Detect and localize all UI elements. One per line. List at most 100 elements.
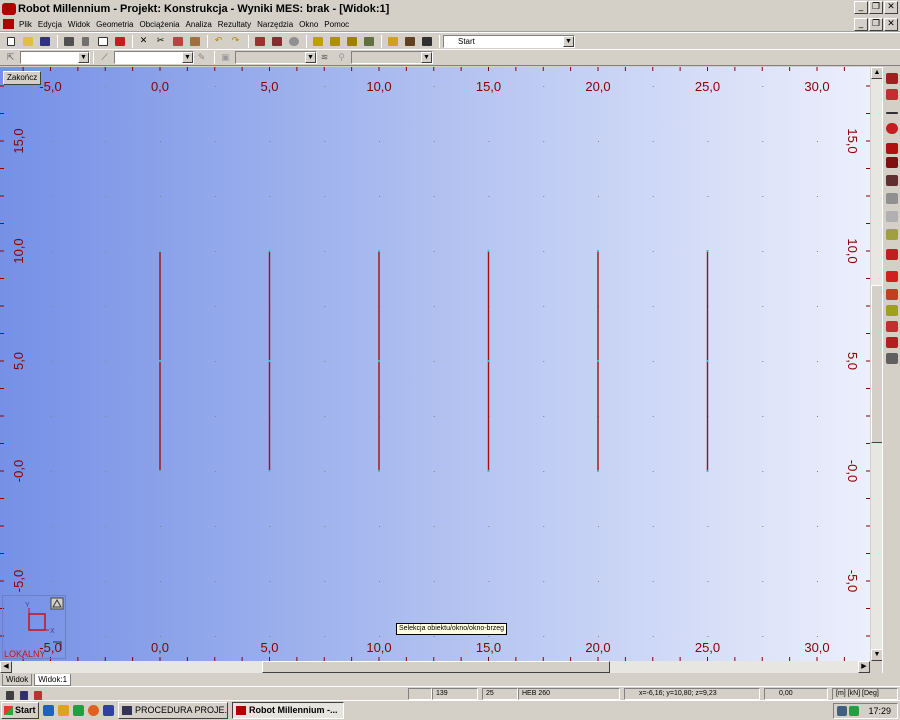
bar-node-top[interactable] xyxy=(706,250,709,252)
menu-help[interactable]: Pomoc xyxy=(322,20,353,29)
releases-icon[interactable] xyxy=(886,123,898,134)
bars-icon[interactable] xyxy=(886,112,898,114)
folder-icon[interactable] xyxy=(58,705,69,716)
combinations-icon[interactable] xyxy=(886,289,898,300)
menu-geometry[interactable]: Geometria xyxy=(94,20,137,29)
new-file-icon[interactable] xyxy=(3,34,18,48)
load-case-icon[interactable]: ≋ xyxy=(317,51,332,65)
maximize-button[interactable]: ❐ xyxy=(869,1,883,14)
diagrams-icon[interactable] xyxy=(886,321,898,332)
menu-loads[interactable]: Obciążenia xyxy=(138,20,184,29)
bar-node-top[interactable] xyxy=(487,250,490,252)
rotate-view-icon[interactable] xyxy=(361,34,376,48)
scroll-left-button[interactable]: ◀ xyxy=(0,661,12,673)
finish-button[interactable]: Zakończ xyxy=(3,71,42,85)
start-button[interactable]: Start xyxy=(1,702,39,719)
offsets-icon[interactable] xyxy=(886,175,898,186)
structure-type-icon[interactable] xyxy=(385,34,400,48)
horizontal-scrollbar[interactable]: ◀ ▶ xyxy=(0,661,870,673)
media-icon[interactable] xyxy=(73,705,84,716)
bar-node-top[interactable] xyxy=(597,250,599,252)
doc-maximize-button[interactable]: ❐ xyxy=(869,18,883,31)
bar-node-bottom[interactable] xyxy=(159,470,161,472)
tab-view[interactable]: Widok xyxy=(2,674,33,686)
robot-app-icon[interactable] xyxy=(2,2,16,15)
bar-node-mid[interactable] xyxy=(378,360,380,362)
task-procedura[interactable]: PROCEDURA PROJE... xyxy=(118,702,228,719)
attribute-combo[interactable]: ▼ xyxy=(114,51,194,64)
menu-analysis[interactable]: Analiza xyxy=(184,20,216,29)
loads-icon[interactable] xyxy=(886,249,898,260)
table-icon[interactable] xyxy=(252,34,267,48)
bar-node-bottom[interactable] xyxy=(487,470,490,472)
tab-view-1[interactable]: Widok:1 xyxy=(34,674,72,686)
calculate-icon[interactable] xyxy=(286,34,301,48)
menu-view[interactable]: Widok xyxy=(66,20,94,29)
structure-view[interactable]: -5,0 0,0 5,0 10,0 15,0 20,0 25,0 30,0 -5,0 0,0 5,0… xyxy=(0,67,870,661)
stress-icon[interactable] xyxy=(886,353,898,364)
copy-icon[interactable] xyxy=(170,34,185,48)
scroll-right-button[interactable]: ▶ xyxy=(858,661,870,673)
menu-window[interactable]: Okno xyxy=(297,20,322,29)
attribute-icon[interactable]: ⟋ xyxy=(97,51,112,65)
bar-node-mid[interactable] xyxy=(159,360,161,362)
print-icon[interactable] xyxy=(61,34,76,48)
minimize-button[interactable]: _ xyxy=(854,1,868,14)
table-edit-icon[interactable] xyxy=(269,34,284,48)
bar-node-top[interactable] xyxy=(159,250,161,252)
grid-icon[interactable] xyxy=(886,193,898,204)
save-icon[interactable] xyxy=(37,34,52,48)
task-robot[interactable]: Robot Millennium -... xyxy=(232,702,344,719)
house-icon[interactable] xyxy=(402,34,417,48)
chevron-down-icon[interactable]: ▼ xyxy=(78,52,89,63)
bar-node-bottom[interactable] xyxy=(597,470,599,472)
bar-node-bottom[interactable] xyxy=(268,470,271,472)
paste-icon[interactable] xyxy=(187,34,202,48)
open-folder-icon[interactable] xyxy=(20,34,35,48)
print-preview-icon[interactable] xyxy=(95,34,110,48)
structure-canvas[interactable]: -5,0 0,0 5,0 10,0 15,0 20,0 25,0 30,0 -5,0 0,0 5,0… xyxy=(0,67,870,661)
network-icon[interactable] xyxy=(837,706,847,716)
redo-icon[interactable]: ↷ xyxy=(228,34,243,48)
load-cases-icon[interactable] xyxy=(886,271,898,282)
selection-combo[interactable]: ▼ xyxy=(20,51,90,64)
deformation-icon[interactable] xyxy=(886,337,898,348)
bar-node-mid[interactable] xyxy=(268,360,271,362)
menu-file[interactable]: Plik xyxy=(17,20,36,29)
zoom-window-icon[interactable] xyxy=(327,34,342,48)
measure-icon[interactable] xyxy=(886,229,898,240)
document-icon[interactable] xyxy=(3,19,14,29)
save-disk-icon[interactable] xyxy=(103,705,114,716)
vertical-scrollbar[interactable]: ▲ ▼ xyxy=(870,67,883,661)
table-view-icon[interactable] xyxy=(886,211,898,222)
bar-node-top[interactable] xyxy=(378,250,380,252)
results-icon[interactable] xyxy=(886,305,898,316)
pen-icon[interactable]: ✎ xyxy=(194,51,209,65)
section-icon[interactable] xyxy=(886,143,898,154)
bar-node-bottom[interactable] xyxy=(706,470,709,472)
nodes-icon[interactable] xyxy=(886,73,898,84)
bar-node-mid[interactable] xyxy=(706,360,709,362)
pan-icon[interactable] xyxy=(344,34,359,48)
screen-capture-icon[interactable] xyxy=(112,34,127,48)
status-units[interactable]: [m] [kN] [Deg] xyxy=(832,688,898,700)
horizontal-scroll-thumb[interactable] xyxy=(262,661,610,673)
local-coordinate-widget[interactable]: Y X LOKALNY xyxy=(2,595,66,659)
supports-icon[interactable] xyxy=(886,89,898,100)
chevron-down-icon[interactable]: ▼ xyxy=(182,52,193,63)
layout-icon[interactable] xyxy=(419,34,434,48)
scissors-icon[interactable]: ✂ xyxy=(153,34,168,48)
undo-icon[interactable]: ↶ xyxy=(211,34,226,48)
ie-icon[interactable] xyxy=(43,705,54,716)
menu-edit[interactable]: Edycja xyxy=(36,20,66,29)
doc-minimize-button[interactable]: _ xyxy=(854,18,868,31)
zoom-icon[interactable] xyxy=(310,34,325,48)
volume-icon[interactable] xyxy=(849,706,859,716)
bar-node-bottom[interactable] xyxy=(378,470,380,472)
layout-select[interactable]: Start ▼ xyxy=(443,34,575,48)
bar-node-mid[interactable] xyxy=(487,360,490,362)
bar-node-top[interactable] xyxy=(268,250,271,252)
menu-results[interactable]: Rezultaty xyxy=(216,20,255,29)
bar-node-mid[interactable] xyxy=(597,360,599,362)
player-icon[interactable] xyxy=(88,705,99,716)
